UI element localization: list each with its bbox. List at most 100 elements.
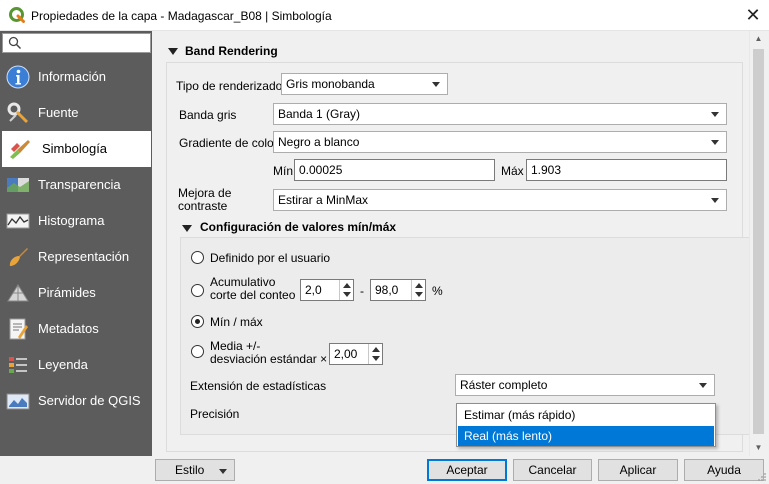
chevron-down-icon xyxy=(699,383,707,388)
sidebar-search[interactable] xyxy=(2,33,151,53)
sidebar-item-piramides[interactable]: Pirámides xyxy=(0,275,152,311)
contrast-enhancement-select[interactable]: Estirar a MinMax xyxy=(273,189,727,211)
search-input[interactable] xyxy=(25,35,145,51)
cumulative-separator: - xyxy=(360,284,364,298)
sidebar-item-representacion[interactable]: Representación xyxy=(0,239,152,275)
scroll-up-icon[interactable]: ▲ xyxy=(750,31,767,47)
resize-grip-icon[interactable] xyxy=(757,472,767,482)
max-value-input[interactable]: 1.903 xyxy=(526,159,727,181)
qgis-logo-icon xyxy=(9,7,25,23)
sidebar-item-label: Transparencia xyxy=(38,177,121,192)
metadata-icon xyxy=(9,318,28,340)
radio-minmax[interactable] xyxy=(191,315,204,328)
cancel-button[interactable]: Cancelar xyxy=(513,459,592,481)
accept-button[interactable]: Aceptar xyxy=(427,459,507,481)
sidebar-item-histograma[interactable]: Histograma xyxy=(0,203,152,239)
help-button[interactable]: Ayuda xyxy=(684,459,764,481)
color-gradient-label: Gradiente de color xyxy=(179,136,278,150)
renderer-type-select[interactable]: Gris monobanda xyxy=(281,73,448,95)
symbology-brush-icon xyxy=(10,140,30,159)
spin-buttons[interactable] xyxy=(411,280,425,300)
scroll-down-icon[interactable]: ▼ xyxy=(750,440,767,456)
window-title: Propiedades de la capa - Madagascar_B08 … xyxy=(31,9,332,23)
min-value-input[interactable]: 0.00025 xyxy=(294,159,495,181)
arrow-up-icon xyxy=(343,283,351,288)
chevron-down-icon xyxy=(432,82,440,87)
sidebar-item-label: Servidor de QGIS xyxy=(38,393,141,408)
legend-icon xyxy=(9,357,27,373)
radio-user-defined[interactable] xyxy=(191,251,204,264)
dialog-button-bar: Estilo Aceptar Cancelar Aplicar Ayuda xyxy=(0,456,769,484)
title-bar: Propiedades de la capa - Madagascar_B08 … xyxy=(0,0,769,31)
sidebar-item-label: Histograma xyxy=(38,213,105,228)
stddev-spinbox[interactable]: 2,00 xyxy=(329,343,383,365)
sidebar-item-label: Leyenda xyxy=(38,357,88,372)
sidebar-item-servidor-qgis[interactable]: Servidor de QGIS xyxy=(0,383,152,419)
renderer-type-label: Tipo de renderizador xyxy=(176,79,287,93)
stddev-label: Media +/- desviación estándar × xyxy=(210,339,328,366)
info-icon xyxy=(6,65,30,89)
band-rendering-title: Band Rendering xyxy=(185,44,278,58)
user-defined-label: Definido por el usuario xyxy=(210,251,331,265)
cumulative-high-spinbox[interactable]: 98,0 xyxy=(370,279,426,301)
sidebar-item-label: Simbología xyxy=(42,141,108,156)
sidebar-item-leyenda[interactable]: Leyenda xyxy=(0,347,152,383)
sidebar-item-fuente[interactable]: Fuente xyxy=(0,95,152,131)
statistics-extent-label: Extensión de estadísticas xyxy=(190,379,327,393)
arrow-down-icon xyxy=(415,292,423,297)
sidebar-item-simbologia[interactable]: Simbología xyxy=(2,131,151,167)
close-icon: ✕ xyxy=(745,5,761,25)
source-settings-icon xyxy=(7,102,29,124)
sidebar-item-label: Fuente xyxy=(38,105,79,120)
arrow-up-icon xyxy=(415,283,423,288)
precision-option-estimate[interactable]: Estimar (más rápido) xyxy=(458,405,714,425)
spin-buttons[interactable] xyxy=(368,344,382,364)
histogram-icon xyxy=(6,213,30,229)
contrast-enhancement-label: Mejora de contraste xyxy=(178,186,232,213)
scrollbar-thumb[interactable] xyxy=(753,49,764,434)
arrow-down-icon xyxy=(372,356,380,361)
collapse-arrow-icon[interactable] xyxy=(168,48,178,55)
chevron-down-icon xyxy=(711,112,719,117)
sidebar-item-label: Metadatos xyxy=(38,321,99,336)
minmax-settings-title: Configuración de valores mín/máx xyxy=(200,220,397,234)
close-button[interactable]: ✕ xyxy=(740,3,766,27)
radio-stddev[interactable] xyxy=(191,345,204,358)
gray-band-select[interactable]: Banda 1 (Gray) xyxy=(273,103,727,125)
percent-label: % xyxy=(432,284,443,298)
arrow-up-icon xyxy=(372,347,380,352)
transparency-icon xyxy=(7,178,29,192)
minmax-label: Mín / máx xyxy=(210,315,263,329)
max-label: Máx xyxy=(501,164,524,178)
sidebar-item-informacion[interactable]: Información xyxy=(0,59,152,95)
radio-cumulative-cut[interactable] xyxy=(191,284,204,297)
statistics-extent-select[interactable]: Ráster completo xyxy=(455,374,715,396)
chevron-down-icon xyxy=(711,140,719,145)
chevron-down-icon xyxy=(711,198,719,203)
arrow-down-icon xyxy=(343,292,351,297)
sidebar-item-label: Representación xyxy=(38,249,130,264)
vertical-scrollbar[interactable]: ▲ ▼ xyxy=(749,31,766,456)
search-icon xyxy=(8,36,22,50)
rendering-brush-icon xyxy=(9,248,28,266)
sidebar: Información Fuente Simbología Transparen… xyxy=(0,31,152,456)
precision-option-actual[interactable]: Real (más lento) xyxy=(458,426,714,446)
sidebar-item-label: Pirámides xyxy=(38,285,96,300)
precision-label: Precisión xyxy=(190,407,240,421)
sidebar-item-label: Información xyxy=(38,69,106,84)
pyramids-icon xyxy=(7,284,29,302)
cumulative-low-spinbox[interactable]: 2,0 xyxy=(300,279,354,301)
style-menu-button[interactable]: Estilo xyxy=(155,459,235,481)
color-gradient-select[interactable]: Negro a blanco xyxy=(273,131,727,153)
server-icon xyxy=(6,393,30,410)
sidebar-item-metadatos[interactable]: Metadatos xyxy=(0,311,152,347)
cumulative-cut-label: Acumulativo corte del conteo xyxy=(210,275,296,302)
gray-band-label: Banda gris xyxy=(179,108,237,122)
spin-buttons[interactable] xyxy=(339,280,353,300)
sidebar-item-transparencia[interactable]: Transparencia xyxy=(0,167,152,203)
collapse-arrow-icon[interactable] xyxy=(182,225,192,232)
apply-button[interactable]: Aplicar xyxy=(598,459,678,481)
precision-dropdown-list[interactable]: Estimar (más rápido) Real (más lento) xyxy=(456,403,716,447)
chevron-down-icon xyxy=(219,469,227,474)
symbology-panel: Band Rendering Tipo de renderizador Gris… xyxy=(152,31,769,456)
